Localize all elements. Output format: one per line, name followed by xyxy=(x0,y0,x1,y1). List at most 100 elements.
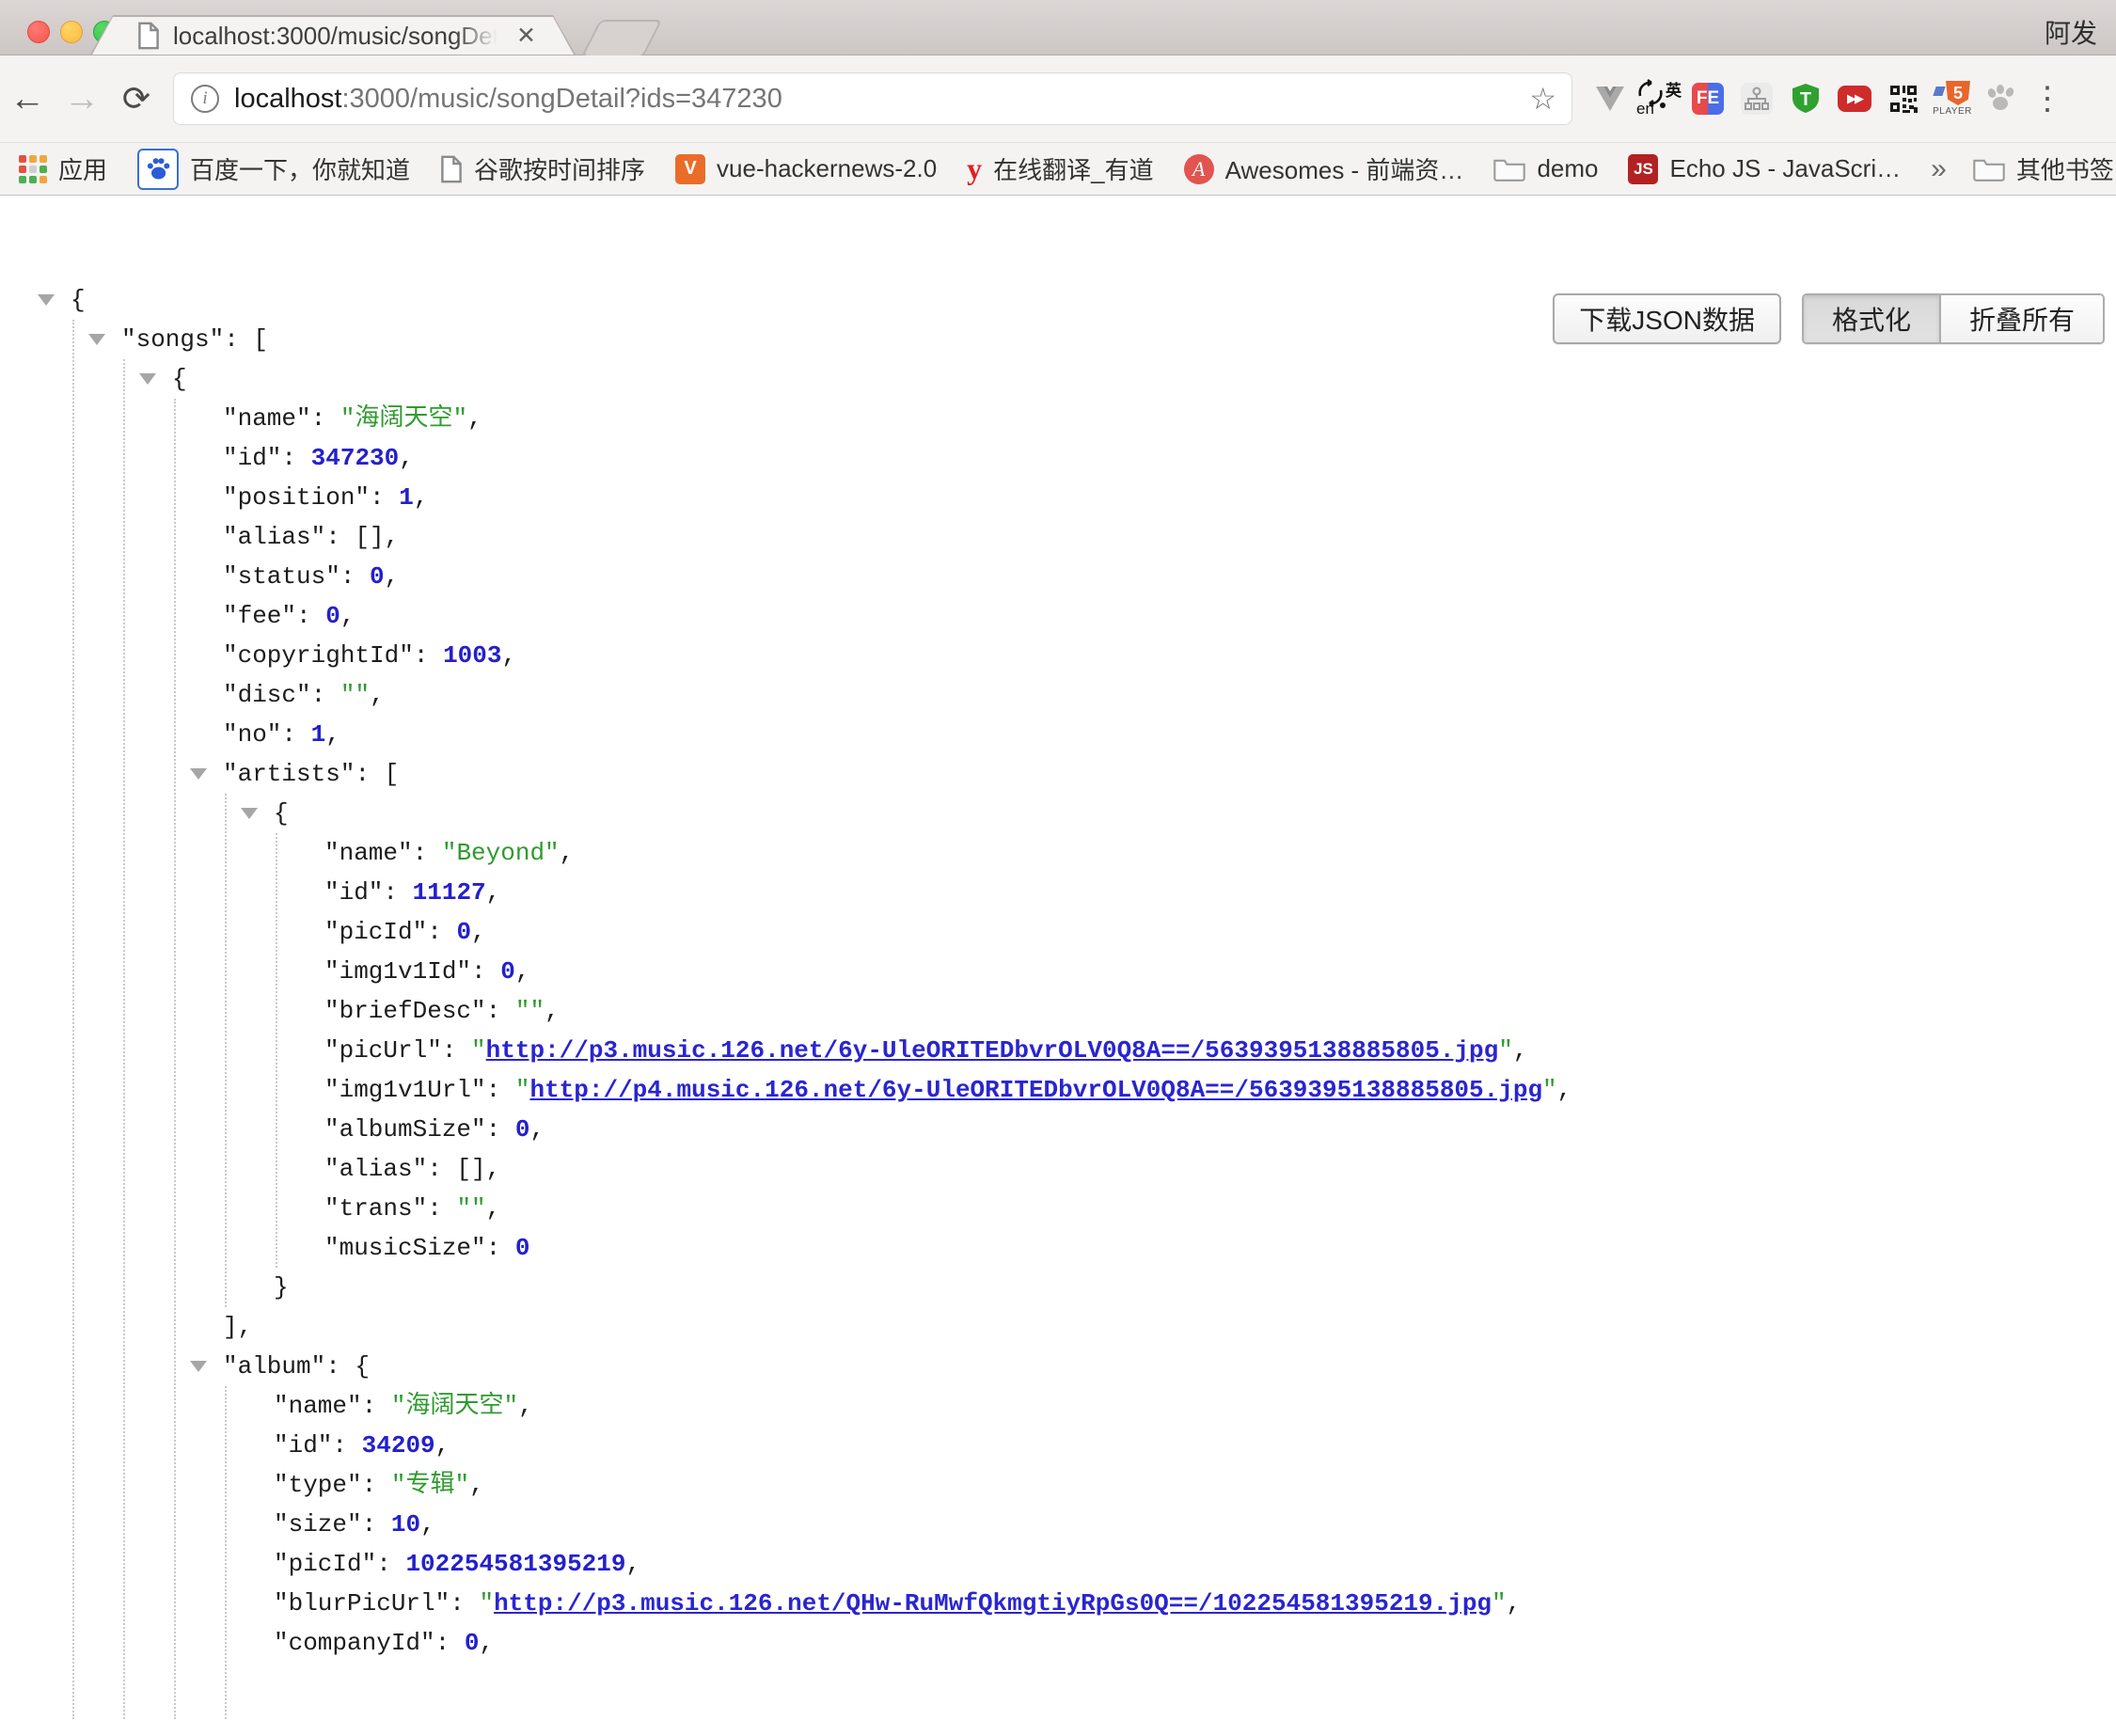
json-line: "disc": "", xyxy=(0,675,2116,715)
tree-guide-line xyxy=(72,320,74,1719)
json-punctuation: , xyxy=(479,1629,494,1657)
browser-tab[interactable]: localhost:3000/music/songDet ✕ xyxy=(90,15,576,55)
json-key: "id" xyxy=(223,444,281,472)
vue-devtools-icon[interactable] xyxy=(1586,77,1634,120)
json-string: "" xyxy=(340,681,370,709)
url-text[interactable]: localhost:3000/music/songDetail?ids=3472… xyxy=(234,84,1514,115)
json-line: "blurPicUrl": "http://p3.music.126.net/Q… xyxy=(0,1584,2116,1623)
reload-icon[interactable]: ⟳ xyxy=(109,82,164,116)
json-punctuation: { xyxy=(172,365,187,393)
collapse-triangle-icon[interactable] xyxy=(190,1361,207,1372)
tab-close-icon[interactable]: ✕ xyxy=(516,24,536,48)
json-number: 0 xyxy=(370,562,385,591)
bookmark-item[interactable]: 谷歌按时间排序 xyxy=(440,151,645,186)
tab-title-fade xyxy=(455,21,508,55)
bookmark-label: vue-hackernews-2.0 xyxy=(717,154,937,183)
other-bookmarks-folder[interactable]: 其他书签 xyxy=(1973,151,2114,186)
bookmark-item[interactable]: y在线翻译_有道 xyxy=(967,151,1153,186)
json-line: "name": "海阔天空", xyxy=(0,1386,2116,1426)
json-punctuation: , xyxy=(529,1115,545,1144)
json-string: "海阔天空" xyxy=(391,1392,518,1420)
json-key: "trans" xyxy=(324,1194,427,1223)
tree-guide-line xyxy=(174,399,176,1719)
page-info-icon[interactable]: i xyxy=(191,85,219,113)
json-punctuation: : xyxy=(450,1589,479,1618)
json-line: ], xyxy=(0,1307,2116,1347)
json-key: "type" xyxy=(274,1471,362,1499)
window-titlebar: localhost:3000/music/songDet ✕ 阿发 xyxy=(0,0,2116,55)
json-punctuation: : [ xyxy=(355,760,399,788)
json-punctuation: : xyxy=(362,1392,391,1420)
json-key: "companyId" xyxy=(274,1629,435,1657)
video-play-icon[interactable]: ▶▶ xyxy=(1830,77,1879,120)
json-punctuation: : xyxy=(332,1431,361,1460)
json-line: "alias": [], xyxy=(0,517,2116,557)
echojs-icon: JS xyxy=(1628,154,1658,184)
json-key: "fee" xyxy=(223,602,296,630)
profile-name[interactable]: 阿发 xyxy=(2045,13,2097,51)
json-punctuation: , xyxy=(1557,1076,1572,1104)
json-line: "picId": 0, xyxy=(0,912,2116,952)
paw-icon[interactable] xyxy=(1977,77,2026,120)
json-punctuation: { xyxy=(274,799,289,828)
browser-toolbar: ← → ⟳ i localhost:3000/music/songDetail?… xyxy=(0,55,2116,142)
json-key: "picId" xyxy=(324,918,427,946)
bookmark-item[interactable]: AAwesomes - 前端资… xyxy=(1184,151,1464,186)
json-punctuation: : xyxy=(311,404,340,433)
json-line: { xyxy=(0,359,2116,399)
json-punctuation: : xyxy=(383,878,412,907)
page-icon xyxy=(440,155,463,183)
json-line: "img1v1Url": "http://p4.music.126.net/6y… xyxy=(0,1070,2116,1110)
traffic-light-close-icon[interactable] xyxy=(27,21,50,43)
json-key: "name" xyxy=(324,839,413,867)
json-punctuation: : xyxy=(311,681,340,709)
json-punctuation: : xyxy=(486,1234,515,1262)
bookmark-item[interactable]: JSEcho JS - JavaScri… xyxy=(1628,154,1901,184)
json-number: 0 xyxy=(515,1115,530,1144)
collapse-triangle-icon[interactable] xyxy=(139,373,156,385)
sitemap-icon[interactable] xyxy=(1732,77,1781,120)
browser-menu-icon[interactable]: ⋮ xyxy=(2026,80,2069,118)
traffic-light-minimize-icon[interactable] xyxy=(60,21,83,43)
new-tab-button[interactable] xyxy=(581,20,662,57)
json-punctuation: : xyxy=(370,483,399,512)
tab-favicon-icon xyxy=(137,22,160,50)
forward-icon: → xyxy=(55,81,109,117)
bookmark-item[interactable]: demo xyxy=(1493,154,1598,183)
json-link[interactable]: http://p3.music.126.net/6y-UleORITEDbvrO… xyxy=(486,1036,1499,1065)
bookmarks-overflow-chevron[interactable]: » xyxy=(1931,153,1947,185)
json-line: "alias": [], xyxy=(0,1149,2116,1189)
html5-player-icon[interactable]: 5PLAYER xyxy=(1928,77,1977,120)
address-bar[interactable]: i localhost:3000/music/songDetail?ids=34… xyxy=(173,72,1572,125)
fe-helper-icon[interactable]: FE xyxy=(1683,77,1732,120)
bookmark-item[interactable]: Vvue-hackernews-2.0 xyxy=(675,154,937,184)
bookmark-star-icon[interactable]: ☆ xyxy=(1529,81,1556,117)
json-link[interactable]: http://p3.music.126.net/QHw-RuMwfQkmgtiy… xyxy=(494,1589,1492,1618)
json-line: "name": "海阔天空", xyxy=(0,399,2116,438)
collapse-triangle-icon[interactable] xyxy=(38,294,55,306)
json-link[interactable]: http://p4.music.126.net/6y-UleORITEDbvrO… xyxy=(529,1076,1542,1104)
json-punctuation: } xyxy=(274,1273,289,1302)
collapse-triangle-icon[interactable] xyxy=(190,768,207,780)
translate-icon[interactable]: 英en xyxy=(1634,77,1683,120)
back-icon[interactable]: ← xyxy=(0,81,55,117)
collapse-triangle-icon[interactable] xyxy=(88,334,105,345)
json-key: "blurPicUrl" xyxy=(274,1589,450,1618)
json-string: " xyxy=(471,1036,486,1065)
collapse-triangle-icon[interactable] xyxy=(241,808,258,819)
json-punctuation: , xyxy=(486,1194,501,1223)
qr-code-icon[interactable] xyxy=(1879,77,1928,120)
json-line: "size": 10, xyxy=(0,1505,2116,1544)
json-key: "name" xyxy=(223,404,311,433)
json-key: "musicSize" xyxy=(324,1234,486,1262)
json-line: "picId": 102254581395219, xyxy=(0,1544,2116,1584)
bookmark-item[interactable]: 应用 xyxy=(19,151,107,186)
json-key: "disc" xyxy=(223,681,311,709)
json-punctuation: : [], xyxy=(325,523,399,551)
bookmark-item[interactable]: 百度一下，你就知道 xyxy=(137,149,410,190)
json-punctuation: : xyxy=(413,839,442,867)
json-punctuation: : [], xyxy=(427,1155,500,1183)
json-line: "album": { xyxy=(0,1347,2116,1386)
tampermonkey-icon[interactable]: T xyxy=(1781,77,1830,120)
json-string: " xyxy=(1492,1589,1507,1618)
